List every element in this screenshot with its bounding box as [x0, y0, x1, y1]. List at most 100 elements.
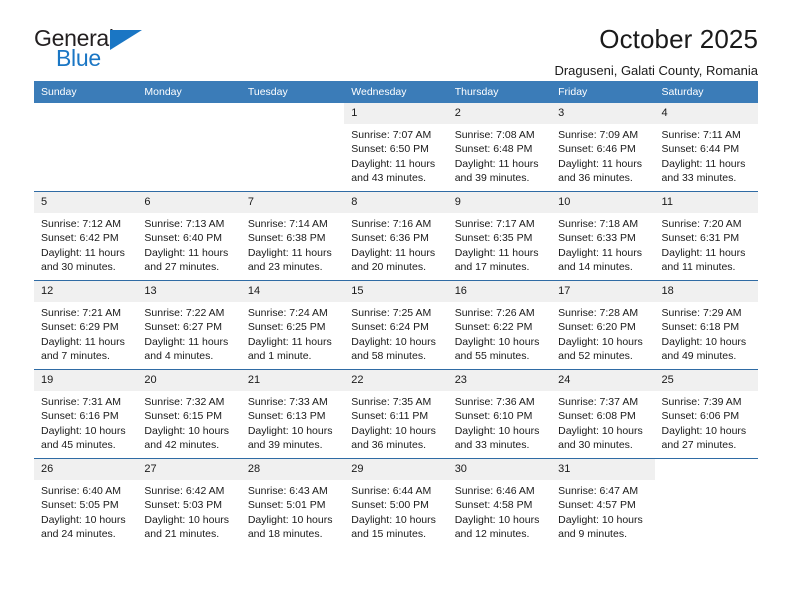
calendar-day-cell[interactable]: 12 Sunrise: 7:21 AM Sunset: 6:29 PM Dayligh…: [34, 280, 138, 370]
daylight-duration-line1: Daylight: 11 hours: [454, 246, 539, 259]
daylight-duration-line2: and 27 minutes.: [144, 261, 220, 274]
day-sun-info: Sunrise: 7:25 AM Sunset: 6:24 PM Daylight:…: [344, 302, 447, 364]
calendar-day-cell[interactable]: 20 Sunrise: 7:32 AM Sunset: 6:15 PM Dayligh…: [137, 369, 241, 459]
daylight-duration-line1: Daylight: 10 hours: [558, 335, 643, 348]
calendar-day-cell[interactable]: 16 Sunrise: 7:26 AM Sunset: 6:22 PM Dayligh…: [447, 280, 552, 370]
sunset-time: Sunset: 6:22 PM: [454, 321, 533, 334]
daylight-duration-line2: and 20 minutes.: [351, 261, 426, 274]
calendar-day-cell[interactable]: 19 Sunrise: 7:31 AM Sunset: 6:16 PM Dayligh…: [34, 369, 138, 459]
calendar-day-cell[interactable]: 10 Sunrise: 7:18 AM Sunset: 6:33 PM Dayligh…: [551, 191, 655, 281]
daylight-duration-line2: and 23 minutes.: [247, 261, 323, 274]
daylight-duration-line1: Daylight: 10 hours: [454, 513, 540, 526]
sunset-time: Sunset: 5:05 PM: [41, 499, 119, 512]
sunset-time: Sunset: 6:15 PM: [144, 410, 223, 423]
day-sun-info: Sunrise: 7:18 AM Sunset: 6:33 PM Daylight:…: [551, 213, 654, 275]
calendar-week-row: 26 Sunrise: 6:40 AM Sunset: 5:05 PM Dayligh…: [34, 458, 758, 547]
daylight-duration-line2: and 49 minutes.: [661, 350, 737, 363]
day-number: 31: [551, 459, 655, 480]
calendar-day-cell[interactable]: 28 Sunrise: 6:43 AM Sunset: 5:01 PM Dayligh…: [240, 458, 345, 547]
calendar-day-cell[interactable]: 8 Sunrise: 7:16 AM Sunset: 6:36 PM Daylight…: [344, 191, 448, 281]
day-number: 25: [654, 370, 758, 391]
daylight-duration-line2: and 36 minutes.: [351, 439, 426, 452]
calendar-day-cell[interactable]: 15 Sunrise: 7:25 AM Sunset: 6:24 PM Dayligh…: [344, 280, 448, 370]
daylight-duration-line1: Daylight: 10 hours: [247, 513, 333, 526]
calendar-day-cell[interactable]: 4 Sunrise: 7:11 AM Sunset: 6:44 PM Daylight…: [654, 103, 758, 192]
daylight-duration-line2: and 43 minutes.: [351, 172, 426, 185]
calendar-day-cell[interactable]: 23 Sunrise: 7:36 AM Sunset: 6:10 PM Dayligh…: [447, 369, 552, 459]
calendar-day-cell[interactable]: 6 Sunrise: 7:13 AM Sunset: 6:40 PM Daylight…: [137, 191, 241, 281]
calendar-day-cell[interactable]: 27 Sunrise: 6:42 AM Sunset: 5:03 PM Dayligh…: [137, 458, 241, 547]
calendar-day-cell[interactable]: 30 Sunrise: 6:46 AM Sunset: 4:58 PM Dayligh…: [447, 458, 552, 547]
daylight-duration-line1: Daylight: 11 hours: [558, 246, 642, 259]
day-number: [137, 103, 240, 124]
day-sun-info: Sunrise: 6:43 AM Sunset: 5:01 PM Daylight:…: [241, 480, 344, 542]
calendar-day-cell[interactable]: 24 Sunrise: 7:37 AM Sunset: 6:08 PM Dayligh…: [551, 369, 655, 459]
sunrise-time: Sunrise: 7:18 AM: [558, 218, 639, 230]
calendar-week-row: 12 Sunrise: 7:21 AM Sunset: 6:29 PM Dayligh…: [34, 280, 758, 370]
calendar-day-cell[interactable]: 14 Sunrise: 7:24 AM Sunset: 6:25 PM Dayligh…: [240, 280, 345, 370]
day-number: 1: [344, 103, 448, 124]
day-sun-info: Sunrise: 7:24 AM Sunset: 6:25 PM Daylight:…: [241, 302, 344, 364]
day-sun-info: Sunrise: 7:32 AM Sunset: 6:15 PM Daylight:…: [137, 391, 240, 453]
daylight-duration-line2: and 39 minutes.: [247, 439, 323, 452]
day-sun-info: Sunrise: 7:31 AM Sunset: 6:16 PM Daylight:…: [34, 391, 137, 453]
sunrise-time: Sunrise: 7:14 AM: [247, 218, 328, 230]
sunset-time: Sunset: 6:24 PM: [351, 321, 429, 334]
sunrise-time: Sunrise: 7:17 AM: [454, 218, 535, 230]
calendar-day-cell[interactable]: 9 Sunrise: 7:17 AM Sunset: 6:35 PM Daylight…: [447, 191, 552, 281]
sunset-time: Sunset: 6:50 PM: [351, 143, 429, 156]
day-sun-info: Sunrise: 6:44 AM Sunset: 5:00 PM Daylight:…: [344, 480, 447, 542]
sunrise-time: Sunrise: 7:24 AM: [247, 307, 328, 319]
weekday-header-friday: Friday: [551, 81, 655, 103]
daylight-duration-line2: and 33 minutes.: [454, 439, 530, 452]
sunrise-time: Sunrise: 7:11 AM: [661, 129, 741, 141]
daylight-duration-line2: and 11 minutes.: [661, 261, 736, 274]
daylight-duration-line2: and 27 minutes.: [661, 439, 737, 452]
calendar-day-cell[interactable]: 7 Sunrise: 7:14 AM Sunset: 6:38 PM Daylight…: [240, 191, 345, 281]
day-number: 3: [551, 103, 655, 124]
calendar-day-cell[interactable]: 21 Sunrise: 7:33 AM Sunset: 6:13 PM Dayligh…: [240, 369, 345, 459]
day-sun-info: Sunrise: 7:12 AM Sunset: 6:42 PM Daylight:…: [34, 213, 137, 275]
calendar-day-cell[interactable]: 1 Sunrise: 7:07 AM Sunset: 6:50 PM Daylight…: [344, 103, 448, 192]
day-number: 14: [240, 281, 345, 302]
calendar-day-cell[interactable]: 2 Sunrise: 7:08 AM Sunset: 6:48 PM Daylight…: [447, 103, 552, 192]
sunrise-time: Sunrise: 6:43 AM: [247, 485, 328, 497]
calendar-day-cell[interactable]: 17 Sunrise: 7:28 AM Sunset: 6:20 PM Dayligh…: [551, 280, 655, 370]
day-sun-info: Sunrise: 7:16 AM Sunset: 6:36 PM Daylight:…: [344, 213, 447, 275]
day-number: 11: [654, 192, 758, 213]
sunrise-time: Sunrise: 6:40 AM: [41, 485, 121, 497]
day-sun-info: Sunrise: 7:28 AM Sunset: 6:20 PM Daylight:…: [551, 302, 654, 364]
sunset-time: Sunset: 6:29 PM: [41, 321, 119, 334]
sunset-time: Sunset: 5:03 PM: [144, 499, 223, 512]
weekday-header-row: Sunday Monday Tuesday Wednesday Thursday…: [34, 81, 758, 103]
daylight-duration-line1: Daylight: 11 hours: [144, 335, 229, 348]
sunrise-time: Sunrise: 7:21 AM: [41, 307, 121, 319]
daylight-duration-line1: Daylight: 10 hours: [144, 513, 230, 526]
day-number: 24: [551, 370, 655, 391]
calendar-day-cell[interactable]: 13 Sunrise: 7:22 AM Sunset: 6:27 PM Dayligh…: [137, 280, 241, 370]
sunrise-time: Sunrise: 7:12 AM: [41, 218, 121, 230]
daylight-duration-line2: and 17 minutes.: [454, 261, 530, 274]
page-header: General Blue October 2025 Draguseni, Gal…: [34, 0, 758, 78]
calendar-day-cell[interactable]: 26 Sunrise: 6:40 AM Sunset: 5:05 PM Dayligh…: [34, 458, 138, 547]
day-number: 23: [447, 370, 552, 391]
weekday-header-sunday: Sunday: [34, 81, 138, 103]
calendar-day-cell[interactable]: 3 Sunrise: 7:09 AM Sunset: 6:46 PM Daylight…: [551, 103, 655, 192]
calendar-day-cell[interactable]: 29 Sunrise: 6:44 AM Sunset: 5:00 PM Dayligh…: [344, 458, 448, 547]
sunrise-time: Sunrise: 7:09 AM: [558, 129, 639, 141]
calendar-day-cell[interactable]: 18 Sunrise: 7:29 AM Sunset: 6:18 PM Dayligh…: [654, 280, 758, 370]
general-blue-logo[interactable]: General Blue: [34, 26, 154, 74]
calendar-day-cell[interactable]: 11 Sunrise: 7:20 AM Sunset: 6:31 PM Dayligh…: [654, 191, 758, 281]
weekday-header-wednesday: Wednesday: [344, 81, 448, 103]
day-number: 21: [240, 370, 345, 391]
calendar-day-cell[interactable]: 5 Sunrise: 7:12 AM Sunset: 6:42 PM Daylight…: [34, 191, 138, 281]
calendar-day-cell[interactable]: 25 Sunrise: 7:39 AM Sunset: 6:06 PM Dayligh…: [654, 369, 758, 459]
calendar-day-cell-empty: [240, 103, 345, 192]
daylight-duration-line1: Daylight: 10 hours: [351, 335, 436, 348]
calendar-day-cell[interactable]: 31 Sunrise: 6:47 AM Sunset: 4:57 PM Dayligh…: [551, 458, 655, 547]
day-sun-info: Sunrise: 7:08 AM Sunset: 6:48 PM Daylight:…: [448, 124, 551, 186]
daylight-duration-line2: and 52 minutes.: [558, 350, 633, 363]
sunset-time: Sunset: 6:35 PM: [454, 232, 533, 245]
daylight-duration-line1: Daylight: 11 hours: [247, 246, 332, 259]
calendar-day-cell[interactable]: 22 Sunrise: 7:35 AM Sunset: 6:11 PM Dayligh…: [344, 369, 448, 459]
